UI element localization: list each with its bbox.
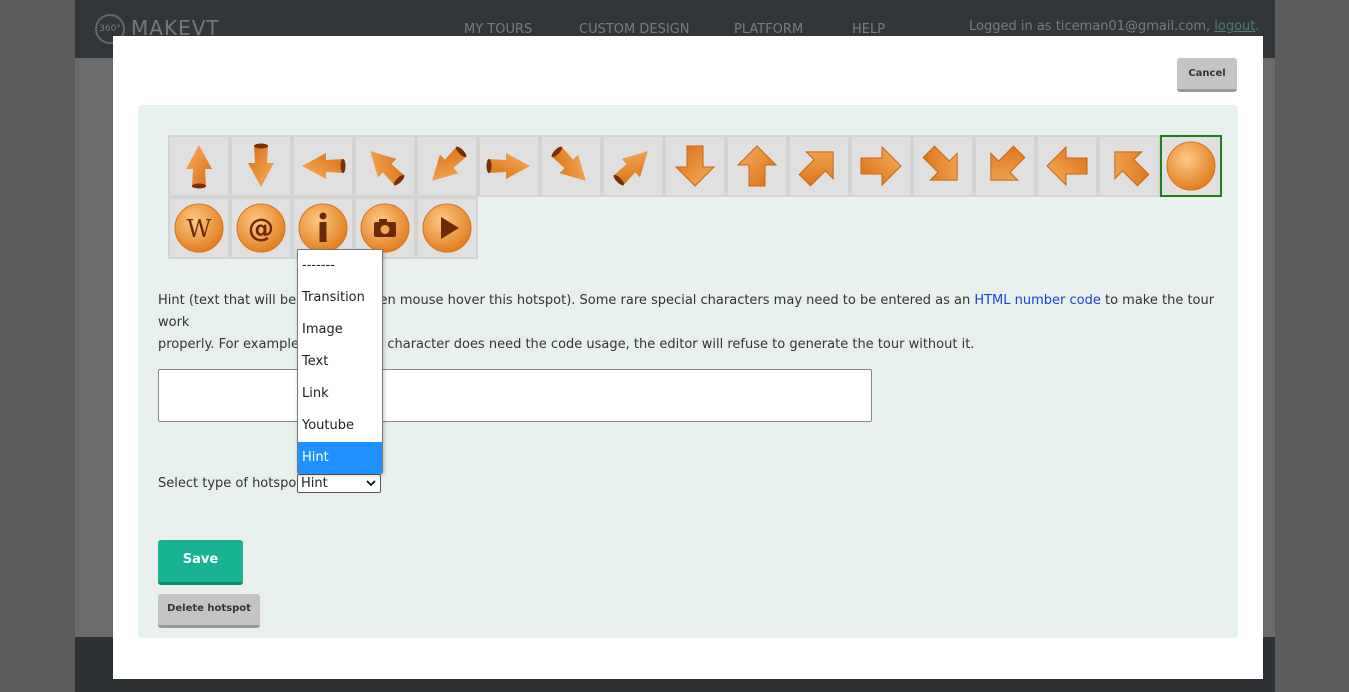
icon-option-arrow-left-flat[interactable] (1036, 135, 1098, 197)
icon-option-arrow-downleft-3d[interactable] (416, 135, 478, 197)
hotspot-type-label: Select type of hotspot: (158, 476, 306, 491)
icon-option-arrow-down-flat[interactable] (664, 135, 726, 197)
html-number-code-link[interactable]: HTML number code (974, 293, 1101, 308)
cancel-button[interactable]: Cancel (1177, 58, 1237, 92)
icon-option-arrow-up-3d[interactable] (168, 135, 230, 197)
option-separator[interactable]: ------- (298, 250, 382, 282)
hint-desc-line2b: a character does need the code usage, th… (375, 337, 975, 352)
option-youtube[interactable]: Youtube (298, 410, 382, 442)
icon-option-arrow-downright-3d[interactable] (540, 135, 602, 197)
svg-text:@: @ (248, 214, 274, 244)
hint-desc-line2a: properly. For example, (158, 337, 308, 352)
icon-option-arrow-down-3d[interactable] (230, 135, 292, 197)
icon-option-play[interactable] (416, 197, 478, 259)
option-link[interactable]: Link (298, 378, 382, 410)
hotspot-modal: Cancel W @ Hint (text that will be sh hen … (113, 36, 1263, 679)
icon-option-email[interactable]: @ (230, 197, 292, 259)
icon-option-arrow-up-flat[interactable] (726, 135, 788, 197)
hotspot-type-select[interactable]: Hint (297, 474, 381, 493)
icon-option-arrow-downright-flat[interactable] (912, 135, 974, 197)
icon-option-circle[interactable] (1160, 135, 1222, 197)
icon-option-wikipedia[interactable]: W (168, 197, 230, 259)
option-hint[interactable]: Hint (298, 442, 382, 474)
nav-help[interactable]: HELP (852, 22, 885, 37)
nav-custom-design[interactable]: CUSTOM DESIGN (579, 22, 689, 37)
hint-desc-part1: Hint (text that will be sh (158, 293, 316, 308)
save-button[interactable]: Save (158, 540, 243, 585)
login-info: Logged in as ticeman01@gmail.com, logout… (969, 19, 1260, 34)
icon-option-arrow-left-3d[interactable] (292, 135, 354, 197)
chevron-down-icon (366, 475, 376, 498)
icon-option-arrow-right-3d[interactable] (478, 135, 540, 197)
option-transition[interactable]: Transition (298, 282, 382, 314)
nav-platform[interactable]: PLATFORM (734, 22, 803, 37)
hotspot-type-dropdown: ------- Transition Image Text Link Youtu… (297, 249, 383, 474)
option-text[interactable]: Text (298, 346, 382, 378)
hotspot-type-value: Hint (301, 476, 328, 491)
login-suffix: . (1255, 19, 1260, 34)
icon-option-arrow-upleft-3d[interactable] (354, 135, 416, 197)
hint-desc-part2: hen mouse hover this hotspot). Some rare… (371, 293, 975, 308)
login-text: Logged in as ticeman01@gmail.com, (969, 19, 1215, 34)
icon-option-arrow-upright-3d[interactable] (602, 135, 664, 197)
logout-link[interactable]: logout (1214, 19, 1255, 34)
icon-option-arrow-right-flat[interactable] (850, 135, 912, 197)
svg-text:W: W (187, 215, 212, 243)
icon-option-arrow-upright-flat[interactable] (788, 135, 850, 197)
icon-option-arrow-upleft-flat[interactable] (1098, 135, 1160, 197)
icon-option-arrow-downleft-flat[interactable] (974, 135, 1036, 197)
delete-hotspot-button[interactable]: Delete hotspot (158, 594, 260, 628)
option-image[interactable]: Image (298, 314, 382, 346)
hint-textarea[interactable] (158, 369, 872, 422)
nav-my-tours[interactable]: MY TOURS (464, 22, 532, 37)
